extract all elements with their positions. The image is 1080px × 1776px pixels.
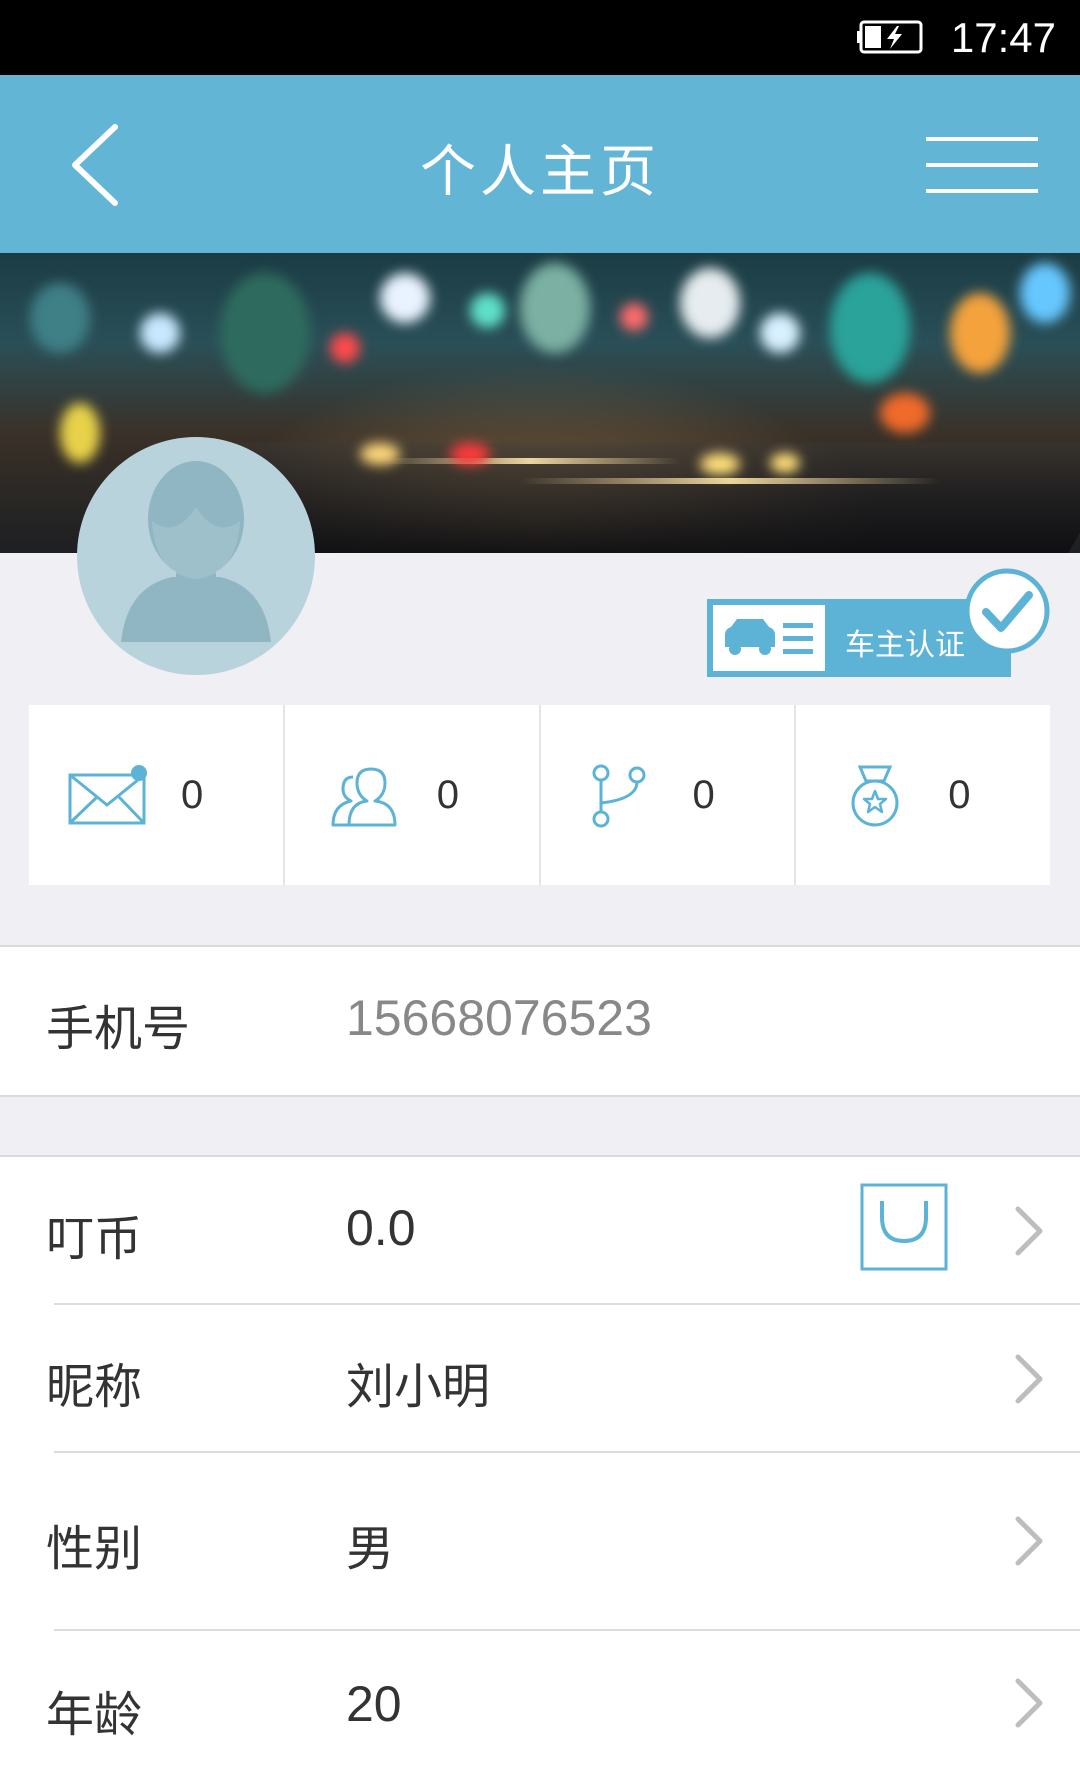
stats-bar: 0 0 0 0 bbox=[29, 705, 1050, 885]
stat-value: 0 bbox=[692, 773, 715, 817]
stat-messages[interactable]: 0 bbox=[29, 705, 285, 885]
stat-value: 0 bbox=[181, 773, 204, 817]
nickname-label: 昵称 bbox=[46, 1359, 143, 1415]
chevron-right-icon bbox=[1015, 1354, 1043, 1404]
chevron-right-icon bbox=[1015, 1516, 1043, 1566]
stat-medals[interactable]: 0 bbox=[796, 705, 1050, 885]
coins-label: 叮币 bbox=[46, 1211, 143, 1267]
battery-charging-icon bbox=[857, 20, 923, 54]
stat-value: 0 bbox=[436, 773, 459, 817]
coins-value: 0.0 bbox=[346, 1200, 416, 1256]
chevron-right-icon bbox=[1015, 1678, 1043, 1728]
nickname-value: 刘小明 bbox=[346, 1359, 491, 1415]
car-license-icon bbox=[725, 619, 813, 655]
age-value: 20 bbox=[346, 1676, 402, 1732]
phone-section: 手机号 15668076523 bbox=[0, 945, 1080, 1097]
coins-row[interactable]: 叮币 0.0 bbox=[0, 1157, 1080, 1305]
phone-label: 手机号 bbox=[46, 1001, 191, 1057]
gender-row[interactable]: 性别 男 bbox=[0, 1453, 1080, 1631]
page-title: 个人主页 bbox=[420, 140, 660, 205]
status-bar: 17:47 bbox=[0, 0, 1080, 75]
medal-icon bbox=[851, 765, 899, 827]
age-row[interactable]: 年龄 20 bbox=[0, 1631, 1080, 1776]
stat-routes[interactable]: 0 bbox=[541, 705, 797, 885]
menu-icon[interactable] bbox=[922, 129, 1042, 209]
status-time: 17:47 bbox=[950, 14, 1056, 61]
stat-friends[interactable]: 0 bbox=[285, 705, 541, 885]
age-label: 年龄 bbox=[46, 1687, 143, 1743]
route-icon bbox=[592, 764, 645, 828]
app-header: 个人主页 bbox=[0, 75, 1080, 253]
gender-value: 男 bbox=[346, 1521, 395, 1577]
stat-value: 0 bbox=[948, 773, 971, 817]
phone-value: 15668076523 bbox=[346, 990, 652, 1046]
phone-row: 手机号 15668076523 bbox=[0, 947, 1080, 1095]
mail-icon bbox=[68, 765, 147, 825]
profile-info-section: 叮币 0.0 昵称 刘小明 性别 男 年龄 20 bbox=[0, 1155, 1080, 1776]
chevron-right-icon bbox=[1015, 1206, 1043, 1256]
wallet-icon bbox=[860, 1183, 948, 1271]
nickname-row[interactable]: 昵称 刘小明 bbox=[0, 1305, 1080, 1453]
verified-check-icon bbox=[964, 568, 1050, 654]
gender-label: 性别 bbox=[46, 1521, 143, 1577]
default-user-icon bbox=[121, 461, 271, 642]
avatar[interactable] bbox=[77, 437, 315, 675]
friends-icon bbox=[331, 767, 397, 827]
certification-label: 车主认证 bbox=[845, 628, 965, 663]
